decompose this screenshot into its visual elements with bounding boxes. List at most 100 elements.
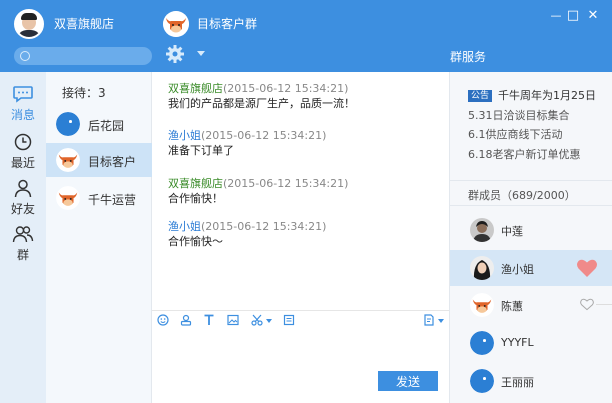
nav-item-recent[interactable]: 最近 <box>0 128 46 172</box>
gear-icon[interactable] <box>165 44 185 64</box>
members-count: 群成员（689/2000） <box>468 189 576 202</box>
reception-count: 接待：3 <box>62 86 106 100</box>
clock-icon <box>14 133 32 151</box>
minimize-button[interactable]: — <box>548 8 564 24</box>
conversation-label: 目标客户 <box>88 155 137 169</box>
chat-message: 渔小姐(2015-06-12 15:34:21) 准备下订单了 <box>168 129 326 159</box>
message-text: 合作愉快～ <box>168 235 223 248</box>
notice-line[interactable]: 6.18老客户新订单优惠 <box>468 148 581 162</box>
message-text: 我们的产品都是源厂生产，品质一流！ <box>168 97 355 110</box>
member-name: 陈蕙 <box>501 300 523 313</box>
chat-title: 目标客户群 <box>197 17 258 31</box>
conversation-item[interactable]: 目标客户 <box>46 143 152 177</box>
message-sender: 渔小姐 <box>168 220 201 233</box>
members-header: 群成员（689/2000） <box>450 180 612 206</box>
member-name: 中莲 <box>501 225 523 238</box>
avatar <box>56 186 80 210</box>
message-time: (2015-06-12 15:34:21) <box>201 129 327 142</box>
friend-icon <box>14 179 32 198</box>
message-icon <box>13 86 33 103</box>
user-photo-icon <box>470 218 494 242</box>
image-icon[interactable] <box>227 314 239 326</box>
contact-card-icon[interactable] <box>180 314 192 326</box>
group-side-panel: 公告 千牛周年为1月25日 5.31日洽谈目标集合 6.1供应商线下活动 6.18… <box>449 72 612 403</box>
avatar <box>470 369 494 393</box>
avatar <box>470 218 494 242</box>
avatar <box>470 256 494 280</box>
notice-badge: 公告 <box>468 90 493 102</box>
nav-item-messages[interactable]: 消息 <box>0 80 46 124</box>
bird-avatar-icon <box>470 369 494 393</box>
screenshot-icon[interactable] <box>251 314 263 326</box>
nav-label: 群 <box>16 248 29 262</box>
message-time: (2015-06-12 15:34:21) <box>201 220 327 233</box>
nav-item-groups[interactable]: 群 <box>0 220 46 264</box>
ox-avatar-icon <box>163 11 189 37</box>
avatar <box>56 112 80 136</box>
divider <box>596 304 612 305</box>
notice-line[interactable]: 6.1供应商线下活动 <box>468 128 563 142</box>
message-sender: 双喜旗舰店 <box>168 177 223 190</box>
message-text: 合作愉快！ <box>168 192 223 205</box>
member-item[interactable]: 陈蕙 <box>450 287 612 323</box>
member-name: 王丽丽 <box>501 376 534 389</box>
group-icon <box>12 226 34 243</box>
message-time: (2015-06-12 15:34:21) <box>223 82 349 95</box>
shop-name: 双喜旗舰店 <box>54 17 115 31</box>
conversation-label: 后花园 <box>88 119 125 133</box>
message-input[interactable] <box>152 329 449 369</box>
ox-avatar-icon <box>470 293 494 317</box>
user-photo-icon <box>470 256 494 280</box>
conversation-label: 千牛运营 <box>88 193 137 207</box>
chat-message: 渔小姐(2015-06-12 15:34:21) 合作愉快～ <box>168 220 326 250</box>
quick-phrase-icon[interactable] <box>423 314 435 326</box>
self-avatar[interactable] <box>14 9 44 39</box>
chevron-down-icon[interactable] <box>266 319 272 323</box>
ox-avatar-icon <box>56 186 80 210</box>
emoji-icon[interactable] <box>157 314 169 326</box>
avatar <box>470 293 494 317</box>
member-item[interactable]: 渔小姐 <box>450 250 612 286</box>
bird-avatar-icon <box>56 112 80 136</box>
avatar <box>470 331 494 355</box>
message-time: (2015-06-12 15:34:21) <box>223 177 349 190</box>
left-nav: 消息 最近 好友 群 <box>0 72 46 403</box>
chat-pane: 双喜旗舰店(2015-06-12 15:34:21) 我们的产品都是源厂生产，品… <box>152 72 449 403</box>
chevron-down-icon[interactable] <box>438 319 444 323</box>
nav-label: 好友 <box>10 202 35 216</box>
conversation-item[interactable]: 千牛运营 <box>46 181 152 215</box>
message-sender: 渔小姐 <box>168 129 201 142</box>
heart-outline-icon[interactable] <box>580 298 594 311</box>
member-name: YYYFL <box>501 336 534 349</box>
search-input[interactable] <box>14 47 152 65</box>
text-format-icon[interactable] <box>203 314 215 326</box>
member-item[interactable]: YYYFL <box>450 325 612 361</box>
avatar <box>56 148 80 172</box>
nav-label: 最近 <box>10 156 35 170</box>
chat-message: 双喜旗舰店(2015-06-12 15:34:21) 我们的产品都是源厂生产，品… <box>168 82 355 112</box>
nav-item-friends[interactable]: 好友 <box>0 174 46 218</box>
member-item[interactable]: 中莲 <box>450 212 612 248</box>
notice-title-row[interactable]: 公告 千牛周年为1月25日 <box>468 89 596 103</box>
maximize-button[interactable]: □ <box>565 8 581 24</box>
member-name: 渔小姐 <box>501 263 534 276</box>
heart-icon[interactable] <box>576 258 598 278</box>
chevron-down-icon[interactable] <box>197 51 205 56</box>
conversation-item[interactable]: 后花园 <box>46 107 152 141</box>
nav-label: 消息 <box>10 108 35 122</box>
group-service-tab[interactable]: 群服务 <box>450 48 486 65</box>
member-item[interactable]: 王丽丽 <box>450 363 612 399</box>
title-bar: 双喜旗舰店 目标客户群 — □ ✕ 群服务 <box>0 0 612 72</box>
chat-message: 双喜旗舰店(2015-06-12 15:34:21) 合作愉快！ <box>168 177 348 207</box>
send-button[interactable]: 发送 <box>378 371 438 391</box>
history-icon[interactable] <box>283 314 295 326</box>
search-icon <box>20 51 30 61</box>
ox-avatar-icon <box>56 148 80 172</box>
notice-title: 千牛周年为1月25日 <box>498 89 597 102</box>
bird-avatar-icon <box>470 331 494 355</box>
notice-line[interactable]: 5.31日洽谈目标集合 <box>468 109 570 123</box>
close-button[interactable]: ✕ <box>585 8 601 24</box>
composer-toolbar <box>152 310 449 328</box>
message-text: 准备下订单了 <box>168 144 234 157</box>
message-sender: 双喜旗舰店 <box>168 82 223 95</box>
